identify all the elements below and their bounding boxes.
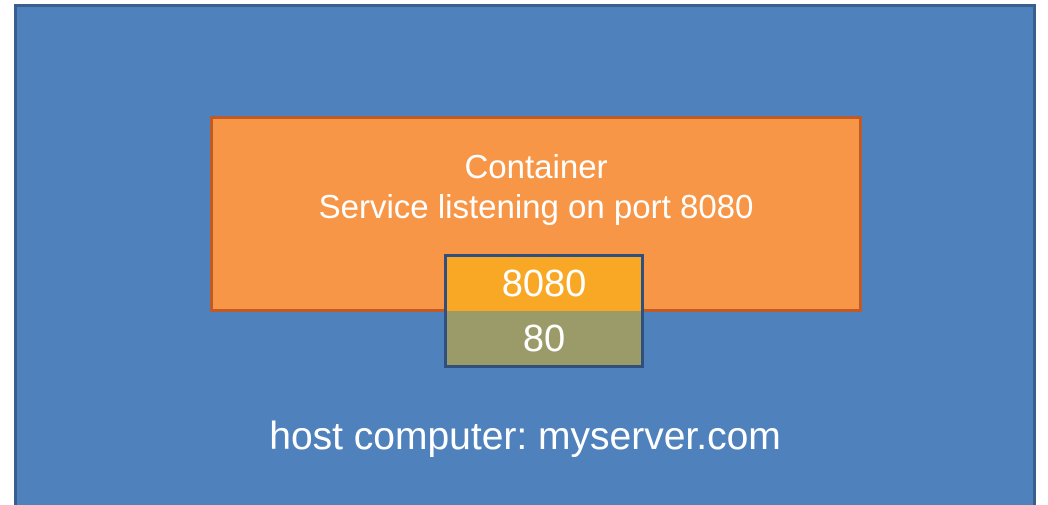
port-mapping-box: 8080 80 [444,254,644,368]
host-computer-label: host computer: myserver.com [269,415,781,458]
container-description: Service listening on port 8080 [318,188,754,225]
container-label: Container Service listening on port 8080 [213,147,859,227]
container-title: Container [464,148,608,185]
diagram-canvas: Container Service listening on port 8080… [0,0,1048,505]
container-port: 8080 [447,257,641,311]
host-port: 80 [447,311,641,365]
